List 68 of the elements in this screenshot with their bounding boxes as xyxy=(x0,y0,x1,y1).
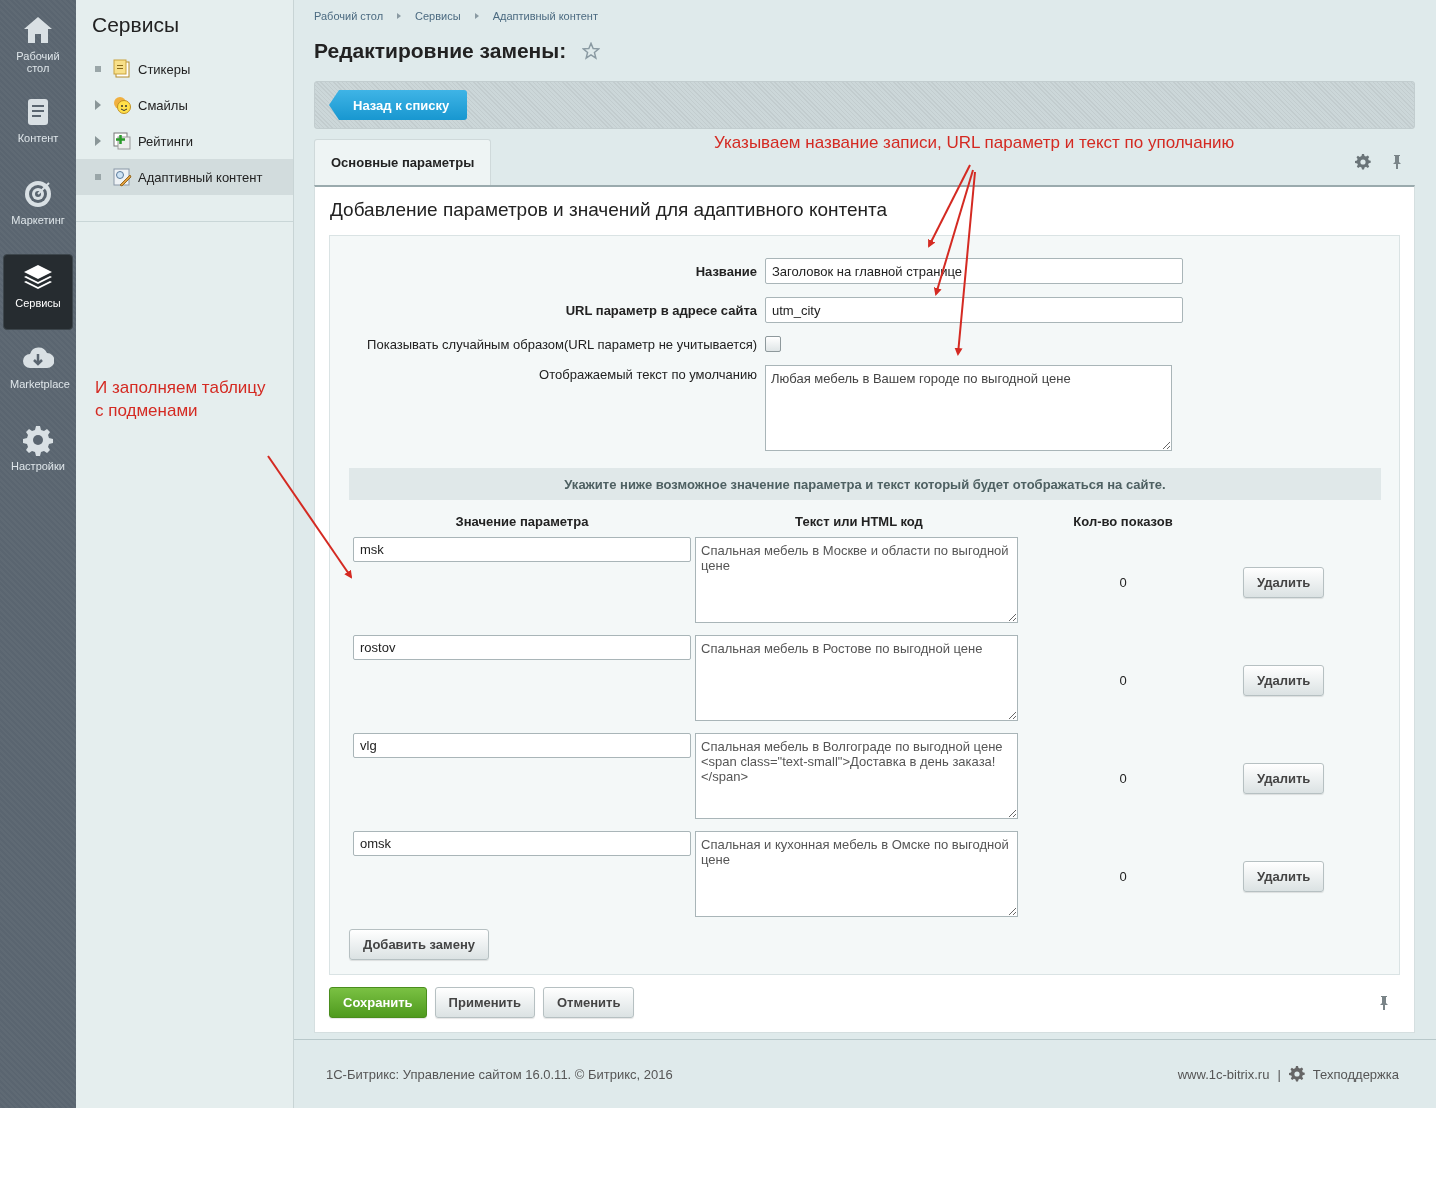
input-field[interactable]: omsk xyxy=(353,831,691,856)
gear-icon xyxy=(1288,1066,1305,1082)
target-icon xyxy=(22,178,54,210)
breadcrumb-link[interactable]: Адаптивный контент xyxy=(492,10,598,22)
breadcrumb-link[interactable]: Сервисы xyxy=(415,10,461,22)
nav-item[interactable]: Маркетинг xyxy=(3,172,73,248)
star-icon[interactable] xyxy=(582,42,601,60)
table-cell: 0 xyxy=(1119,868,1127,884)
column-header: Значение параметра xyxy=(454,514,590,529)
note-icon xyxy=(112,59,132,79)
support-link[interactable]: Техподдержка xyxy=(1312,1066,1399,1082)
delete-button[interactable]: Удалить xyxy=(1243,566,1325,598)
sidebar-item[interactable]: Стикеры xyxy=(76,51,293,87)
breadcrumb-link[interactable]: Рабочий стол xyxy=(314,10,384,22)
column-header: Кол-во показов xyxy=(1072,514,1174,529)
sidebar-item[interactable]: Смайлы xyxy=(76,87,293,123)
nav-item[interactable]: Контент xyxy=(3,90,73,166)
nav-item[interactable]: Рабочий стол xyxy=(3,8,73,84)
bullet-icon xyxy=(95,174,101,180)
text-area[interactable]: Любая мебель в Вашем городе по выгодной цене xyxy=(765,365,1172,451)
delete-button[interactable]: Удалить xyxy=(1243,762,1325,794)
field-label: URL параметр в адресе сайта xyxy=(564,302,757,318)
text-area[interactable]: Спальная и кухонная мебель в Омске по выгодной цене xyxy=(695,831,1018,917)
nav-item[interactable]: Marketplace xyxy=(3,336,73,412)
page-title: Редактировние замены: xyxy=(314,39,567,63)
annotation-text: с подменами xyxy=(95,400,199,422)
delete-button[interactable]: Удалить xyxy=(1243,860,1325,892)
action-button[interactable]: Применить xyxy=(434,987,535,1018)
text-area[interactable]: Спальная мебель в Москве и области по выгодной цене xyxy=(695,537,1018,623)
footer-link[interactable]: www.1c-bitrix.ru xyxy=(1177,1066,1270,1082)
table-cell: 0 xyxy=(1119,574,1127,590)
input-field[interactable]: utm_city xyxy=(765,297,1183,323)
bullet-icon xyxy=(95,66,101,72)
annotation-text: И заполняем таблицу xyxy=(95,377,267,399)
field-label: Отображаемый текст по умолчанию xyxy=(538,366,757,382)
settings-icon xyxy=(22,424,54,456)
field-label: Показывать случайным образом(URL параметр не учитывается) xyxy=(366,336,757,352)
add-button[interactable]: Добавить замену xyxy=(349,929,490,960)
text-area[interactable]: Спальная мебель в Ростове по выгодной цене xyxy=(695,635,1018,721)
input-field[interactable]: msk xyxy=(353,537,691,562)
sidebar-item[interactable]: Адаптивный контент xyxy=(76,159,293,195)
expand-arrow-icon[interactable] xyxy=(95,100,101,110)
smiley-icon xyxy=(112,95,132,115)
edit-icon xyxy=(112,167,132,187)
nav-item[interactable]: Настройки xyxy=(3,418,73,494)
footer-text: 1С-Битрикс: Управление сайтом 16.0.11. © Битрикс, 2016 xyxy=(326,1066,673,1082)
footer-separator: | xyxy=(1277,1066,1281,1082)
sidebar-title: Сервисы xyxy=(91,12,180,38)
sidebar-item[interactable]: Рейтинги xyxy=(76,123,293,159)
notice-bar: Укажите ниже возможное значение параметра и текст который будет отображаться на сайте. xyxy=(349,468,1381,500)
text-area[interactable]: Спальная мебель в Волгограде по выгодной цене <span class="text-small">Доставка в день заказа!</span> xyxy=(695,733,1018,819)
add-icon xyxy=(112,131,132,151)
annotation-text: Указываем название записи, URL параметр и текст по уполчанию xyxy=(714,133,1235,153)
table-cell: 0 xyxy=(1119,770,1127,786)
tab[interactable]: Основные параметры xyxy=(314,139,492,185)
action-button[interactable]: Отменить xyxy=(542,987,635,1018)
input-field[interactable]: vlg xyxy=(353,733,691,758)
home-icon xyxy=(22,14,54,46)
input-field[interactable]: rostov xyxy=(353,635,691,660)
field-label: Название xyxy=(694,263,757,279)
delete-button[interactable]: Удалить xyxy=(1243,664,1325,696)
checkbox[interactable] xyxy=(765,336,781,352)
table-cell: 0 xyxy=(1119,672,1127,688)
form-heading: Добавление параметров и значений для адаптивного контента xyxy=(330,199,889,221)
settings-icon[interactable] xyxy=(1355,154,1371,170)
nav-item[interactable]: Сервисы xyxy=(3,254,73,330)
column-header: Текст или HTML код xyxy=(794,514,924,529)
expand-arrow-icon[interactable] xyxy=(95,136,101,146)
